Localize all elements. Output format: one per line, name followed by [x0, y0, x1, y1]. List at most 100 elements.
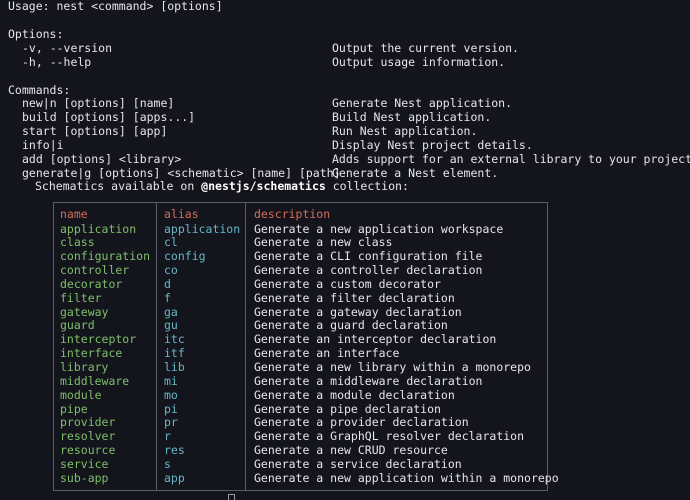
schematics-note-prefix: Schematics available on — [35, 179, 202, 193]
schematic-name: class — [60, 235, 95, 250]
schematic-alias: itc — [164, 332, 185, 347]
table-row: module mo Generate a module declaration — [54, 387, 547, 403]
schematic-alias: application — [164, 221, 241, 236]
schematic-alias: ga — [164, 304, 178, 319]
schematic-description: Generate a custom decorator — [254, 276, 441, 291]
schematic-name: sub-app — [60, 470, 109, 485]
schematic-alias: itf — [164, 346, 185, 361]
schematic-description: Generate a new application workspace — [254, 221, 504, 236]
schematic-description: Generate a pipe declaration — [254, 401, 441, 416]
table-row: resolver r Generate a GraphQL resolver dec… — [54, 429, 547, 444]
schematic-name: configuration — [60, 249, 151, 264]
command-description: Adds support for an external library to … — [332, 152, 690, 166]
table-row: pipe pi Generate a pipe declaration — [54, 401, 547, 417]
table-row: interface itf Generate an interface — [54, 346, 547, 361]
table-row: filter f Generate a filter declaration — [54, 290, 547, 306]
command-description: Display Nest project details. — [332, 138, 533, 152]
schematic-name: provider — [60, 415, 116, 430]
schematic-name: filter — [60, 290, 102, 305]
option-flag: -v, --version — [22, 41, 113, 55]
terminal-output[interactable]: Usage: nest <command> [options] Options:… — [0, 0, 690, 500]
table-row: provider pr Generate a provider declaratio… — [54, 416, 547, 430]
command-name: new|n [options] [name] — [22, 96, 175, 110]
table-row: application application Generate a new app… — [54, 221, 547, 237]
usage-line: Usage: nest <command> [options] — [8, 0, 223, 13]
table-row: service s Generate a service declaration — [54, 456, 547, 472]
schematic-description: Generate a service declaration — [254, 456, 462, 471]
schematic-alias: mo — [164, 387, 178, 402]
table-row: controller co Generate a controller declar… — [54, 263, 547, 278]
schematic-description: Generate an interceptor declaration — [254, 332, 497, 347]
schematic-description: Generate a middleware declaration — [254, 373, 483, 388]
schematic-description: Generate a new library within a monorepo — [254, 360, 531, 374]
table-row: decorator d Generate a custom decorator — [54, 276, 547, 292]
schematic-name: service — [60, 456, 109, 471]
table-row: library lib Generate a new library within … — [54, 360, 547, 375]
header-name: name — [60, 207, 88, 221]
schematic-alias: f — [164, 290, 171, 305]
schematic-alias: r — [164, 429, 171, 444]
table-row: guard gu Generate a guard declaration — [54, 319, 547, 333]
schematic-name: module — [60, 387, 102, 402]
terminal-cursor — [228, 494, 235, 500]
schematic-name: resource — [60, 443, 116, 458]
table-row: gateway ga Generate a gateway declaration — [54, 304, 547, 320]
schematic-alias: cl — [164, 235, 178, 250]
schematic-description: Generate a new application within a mono… — [254, 470, 559, 485]
schematic-description: Generate a module declaration — [254, 387, 455, 402]
schematics-note: Schematics available on @nestjs/schemati… — [35, 179, 409, 194]
schematic-alias: pr — [164, 415, 178, 430]
header-alias: alias — [164, 207, 199, 221]
schematic-alias: res — [164, 443, 185, 458]
table-row: resource res Generate a new CRUD resource — [54, 443, 547, 458]
schematic-name: pipe — [60, 401, 88, 416]
schematic-description: Generate a CLI configuration file — [254, 249, 483, 264]
schematic-alias: s — [164, 456, 171, 471]
option-flag: -h, --help — [22, 55, 92, 69]
schematics-collection-name: @nestjs/schematics — [201, 179, 326, 193]
schematics-table: name alias description application applic… — [53, 202, 559, 491]
options-header: Options: — [8, 27, 64, 41]
command-name: info|i — [22, 138, 64, 152]
command-description: Build Nest application. — [332, 110, 492, 124]
table-row: sub-app app Generate a new application wit… — [54, 470, 559, 486]
command-description: Run Nest application. — [332, 124, 478, 138]
option-description: Output usage information. — [332, 55, 506, 69]
command-name: build [options] [apps...] — [22, 110, 196, 124]
schematic-name: guard — [60, 318, 95, 333]
schematic-alias: pi — [164, 401, 178, 416]
schematic-alias: lib — [164, 360, 185, 374]
schematic-description: Generate a guard declaration — [254, 318, 448, 333]
schematic-description: Generate a new CRUD resource — [254, 443, 448, 458]
schematic-name: interface — [60, 346, 123, 361]
schematic-description: Generate a provider declaration — [254, 415, 469, 430]
command-name: start [options] [app] — [22, 124, 168, 138]
schematic-description: Generate a GraphQL resolver declaration — [254, 429, 525, 444]
schematic-name: decorator — [60, 276, 123, 291]
schematic-name: library — [60, 360, 109, 374]
schematic-alias: d — [164, 276, 171, 291]
schematic-alias: gu — [164, 318, 178, 333]
table-row: interceptor itc Generate an interceptor de… — [54, 332, 547, 347]
schematic-alias: mi — [164, 373, 178, 388]
schematic-alias: co — [164, 263, 178, 278]
schematic-description: Generate a filter declaration — [254, 290, 455, 305]
schematic-name: interceptor — [60, 332, 137, 347]
table-row: configuration config Generate a CLI config… — [54, 249, 547, 264]
schematics-note-suffix: collection: — [325, 179, 409, 193]
schematic-name: gateway — [60, 304, 109, 319]
schematic-name: controller — [60, 263, 130, 278]
schematic-name: middleware — [60, 373, 130, 388]
schematic-name: application — [60, 221, 137, 236]
header-description: description — [254, 207, 331, 221]
schematic-description: Generate an interface — [254, 346, 400, 361]
schematic-alias: app — [164, 470, 185, 485]
table-row: middleware mi Generate a middleware declar… — [54, 373, 547, 389]
schematic-description: Generate a gateway declaration — [254, 304, 462, 319]
command-description: Generate Nest application. — [332, 96, 513, 110]
schematic-alias: config — [164, 249, 206, 264]
option-description: Output the current version. — [332, 41, 519, 55]
schematic-name: resolver — [60, 429, 116, 444]
schematic-description: Generate a new class — [254, 235, 393, 250]
table-row: class cl Generate a new class — [54, 236, 547, 250]
